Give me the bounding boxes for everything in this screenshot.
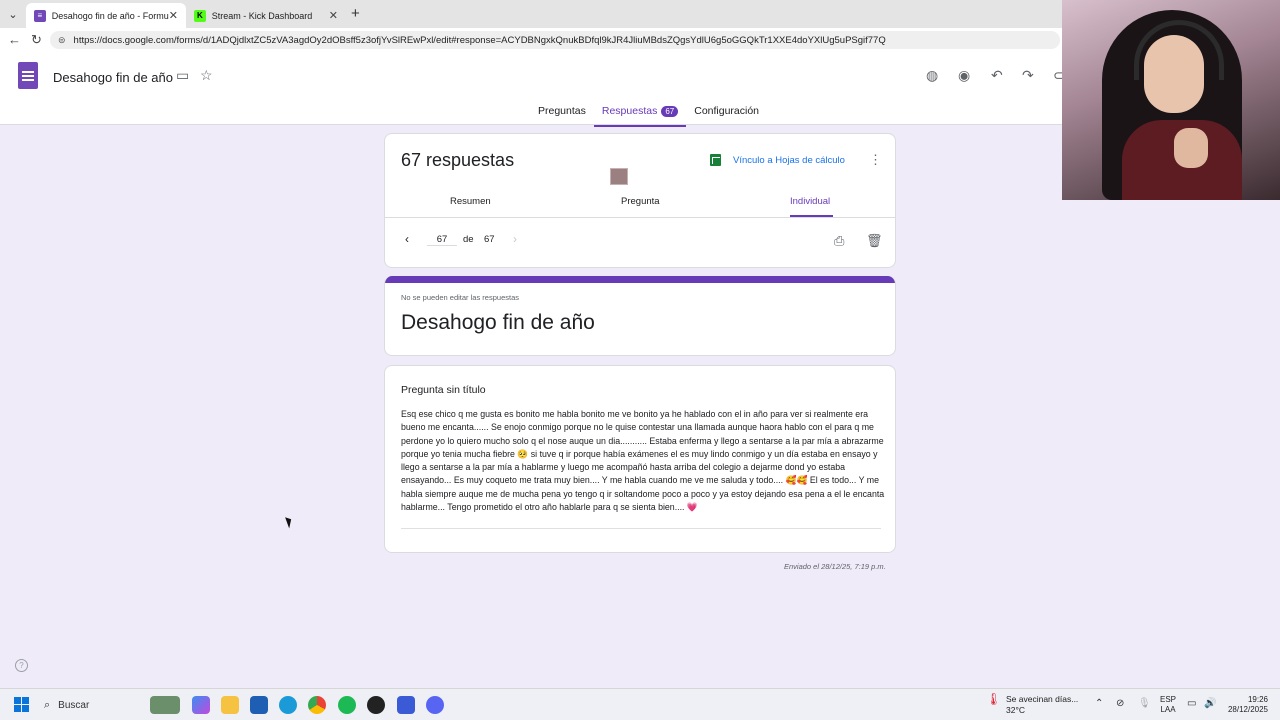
answer-card: Pregunta sin título Esq ese chico q me g… [384, 365, 896, 553]
locked-notice: No se pueden editar las respuestas [401, 293, 519, 302]
responses-count-heading: 67 respuestas [401, 150, 515, 170]
search-placeholder: Buscar [58, 699, 90, 711]
response-number-input[interactable]: 67 [427, 234, 457, 246]
answer-underline [401, 528, 881, 529]
reload-icon[interactable]: ↻ [31, 32, 42, 48]
top-tabs: Preguntas Respuestas 67 Configuración [530, 105, 767, 127]
forms-favicon-icon: ≡ [34, 9, 46, 22]
volume-icon[interactable]: 🔊 [1204, 698, 1216, 709]
answer-text: Esq ese chico q me gusta es bonito me ha… [401, 409, 885, 513]
obs-icon[interactable] [367, 696, 385, 714]
sheets-icon [710, 154, 721, 166]
close-icon[interactable]: ✕ [329, 9, 338, 22]
tab-label: Respuestas [601, 105, 658, 117]
star-icon[interactable]: ☆ [200, 67, 213, 84]
response-view-tabs: Resumen Pregunta Individual [385, 196, 895, 218]
forms-header: Desahogo fin de año ▭ ☆ ◍ ◉ ↶ ↷ ⊂ Pregun… [0, 52, 1065, 127]
form-title-card: No se pueden editar las respuestas Desah… [384, 276, 896, 356]
discord-icon[interactable] [426, 696, 444, 714]
more-options-icon[interactable]: ⋮ [869, 152, 882, 168]
hidden-tray-icon[interactable]: ⊘ [1116, 698, 1124, 709]
browser-tab-forms[interactable]: ≡ Desahogo fin de año - Formulario ✕ [26, 3, 186, 28]
app-icon[interactable] [397, 696, 415, 714]
clock-date: 28/12/2025 [1227, 705, 1268, 714]
question-title: Pregunta sin título [401, 384, 486, 396]
clock-time: 19:26 [1247, 695, 1268, 704]
site-info-icon[interactable]: ⊜ [58, 35, 66, 46]
display-icon[interactable]: ▭ [1187, 698, 1196, 709]
thumbnail-image [610, 168, 628, 185]
tab-title: Desahogo fin de año - Formulario [51, 10, 169, 21]
tab-configuracion[interactable]: Configuración [686, 105, 767, 125]
submitted-timestamp: Enviado el 28/12/25, 7:19 p.m. [784, 562, 886, 571]
link-to-sheets-button[interactable]: Vínculo a Hojas de cálculo [710, 154, 845, 166]
accent-bar [385, 276, 895, 283]
tab-resumen[interactable]: Resumen [450, 196, 491, 207]
windows-start-icon[interactable] [14, 697, 29, 712]
tab-list-dropdown-icon[interactable]: ⌄ [4, 5, 22, 23]
divider [385, 217, 895, 218]
spotify-icon[interactable] [338, 696, 356, 714]
document-title[interactable]: Desahogo fin de año [53, 70, 173, 85]
microphone-icon[interactable]: 🎙 [1138, 698, 1151, 709]
language-indicator[interactable]: ESP LAA [1160, 695, 1176, 715]
chrome-icon[interactable] [308, 696, 326, 714]
tab-preguntas[interactable]: Preguntas [530, 105, 594, 125]
back-arrow-icon[interactable]: ← [8, 32, 21, 47]
tab-label: Configuración [694, 105, 760, 117]
url-text: https://docs.google.com/forms/d/1ADQjdlx… [73, 34, 886, 46]
tab-pregunta[interactable]: Pregunta [621, 196, 660, 207]
pager-total: 67 [484, 234, 495, 245]
chevron-up-icon[interactable]: ⌃ [1095, 698, 1103, 709]
tab-individual[interactable]: Individual [790, 196, 830, 207]
lang-line2: LAA [1160, 705, 1176, 714]
tab-label: Preguntas [538, 105, 586, 117]
responses-count-badge: 67 [661, 106, 679, 117]
folder-icon[interactable]: ▭ [176, 67, 189, 84]
print-icon[interactable]: ⎙ [834, 233, 844, 249]
undo-icon[interactable]: ↶ [991, 67, 1003, 84]
copilot-icon[interactable] [192, 696, 210, 714]
search-highlight-icon[interactable] [150, 696, 180, 714]
mouse-cursor-icon [285, 515, 294, 529]
google-forms-logo-icon[interactable] [18, 62, 38, 89]
tab-respuestas[interactable]: Respuestas 67 [593, 105, 687, 127]
thermometer-icon: 🌡 [986, 692, 1002, 706]
weather-line1: Se avecinan días... [1006, 694, 1079, 704]
delete-trash-icon[interactable]: 🗑 [866, 233, 883, 249]
new-tab-plus-icon[interactable]: + [351, 5, 360, 22]
redo-icon[interactable]: ↷ [1022, 67, 1034, 84]
url-field[interactable]: ⊜ https://docs.google.com/forms/d/1ADQjd… [50, 31, 1060, 49]
edge-browser-icon[interactable] [279, 696, 297, 714]
close-icon[interactable]: ✕ [169, 9, 178, 22]
pager-of-label: de [463, 234, 474, 245]
clock[interactable]: 19:26 28/12/2025 [1222, 695, 1268, 715]
next-response-chevron-icon[interactable]: › [513, 232, 517, 246]
weather-line2: 32°C [1006, 705, 1025, 715]
sheets-link-label: Vínculo a Hojas de cálculo [733, 154, 845, 166]
responses-summary-card: 67 respuestas Vínculo a Hojas de cálculo… [384, 133, 896, 268]
weather-widget[interactable]: 🌡 Se avecinan días... 32°C [986, 692, 1079, 716]
palette-icon[interactable]: ◍ [926, 67, 938, 84]
tab-title: Stream - Kick Dashboard [211, 10, 313, 21]
preview-eye-icon[interactable]: ◉ [958, 67, 970, 84]
windows-taskbar: ⌕ Buscar 🌡 Se avecinan días... 32°C ⌃ ⊘ … [0, 688, 1280, 720]
webcam-hands [1174, 128, 1208, 168]
webcam-overlay [1062, 0, 1280, 200]
kick-favicon-icon: K [194, 9, 206, 22]
file-explorer-icon[interactable] [221, 696, 239, 714]
lang-line1: ESP [1160, 695, 1177, 704]
search-icon: ⌕ [44, 698, 51, 711]
microsoft-store-icon[interactable] [250, 696, 268, 714]
browser-tab-kick[interactable]: K Stream - Kick Dashboard ✕ [186, 3, 346, 28]
help-icon[interactable]: ? [15, 659, 28, 672]
previous-response-chevron-icon[interactable]: ‹ [405, 232, 409, 246]
form-title: Desahogo fin de año [401, 311, 595, 334]
